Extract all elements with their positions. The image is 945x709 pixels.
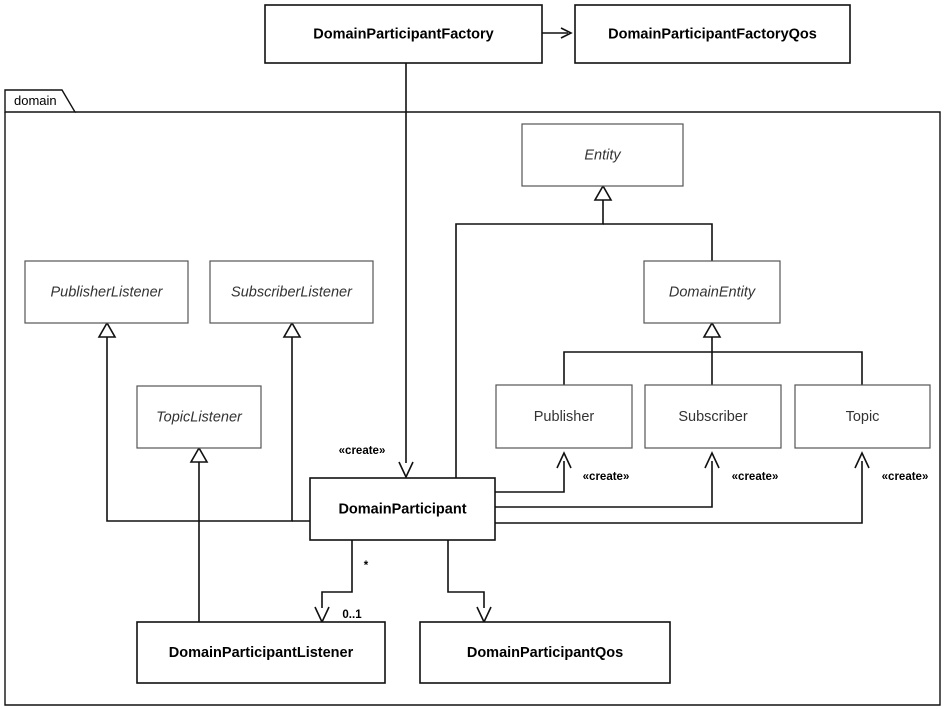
open-arrowhead-icon xyxy=(398,461,414,479)
class-box-entity[interactable]: Entity xyxy=(521,123,684,187)
class-name-label: Topic xyxy=(846,409,880,425)
connector-participant-creates-publisher: «create» xyxy=(495,451,630,493)
class-box-domain-entity[interactable]: DomainEntity xyxy=(643,260,781,324)
connector-line xyxy=(447,540,485,608)
connector-participant-has-listener: * 0..1 xyxy=(314,540,369,624)
connector-line xyxy=(495,461,713,508)
class-name-label: DomainParticipantQos xyxy=(467,645,623,661)
class-name-label: DomainParticipant xyxy=(338,501,466,517)
class-name-label: Publisher xyxy=(534,409,595,425)
hollow-triangle-arrowhead-icon xyxy=(97,321,117,338)
connector-line-domainentity-branch xyxy=(603,223,713,261)
class-name-label: PublisherListener xyxy=(50,284,163,300)
uml-class-diagram: domain «create» «create» «create» «creat… xyxy=(0,0,945,709)
connector-participant-has-qos xyxy=(447,540,492,624)
connector-participant-creates-subscriber: «create» xyxy=(495,451,779,508)
diagram-canvas: domain «create» «create» «create» «creat… xyxy=(4,4,941,706)
class-box-domain-participant-qos[interactable]: DomainParticipantQos xyxy=(419,621,671,684)
connector-line-topic-branch xyxy=(712,351,863,385)
hollow-triangle-arrowhead-icon xyxy=(189,446,209,463)
class-box-subscriber[interactable]: Subscriber xyxy=(644,384,782,449)
stereotype-create-publisher: «create» xyxy=(583,471,630,483)
class-name-label: TopicListener xyxy=(156,409,243,425)
class-box-publisher[interactable]: Publisher xyxy=(495,384,633,449)
open-arrowhead-icon xyxy=(476,606,492,624)
stereotype-create-topic: «create» xyxy=(882,471,929,483)
class-box-publisher-listener[interactable]: PublisherListener xyxy=(24,260,189,324)
connector-line xyxy=(495,461,565,493)
connector-line xyxy=(321,540,353,608)
class-name-label: DomainParticipantListener xyxy=(169,645,354,661)
connector-line-publisher-branch xyxy=(563,336,713,385)
connector-domainentity-generalization-tree xyxy=(563,321,863,385)
class-box-subscriber-listener[interactable]: SubscriberListener xyxy=(209,260,374,324)
hollow-triangle-arrowhead-icon xyxy=(282,321,302,338)
open-arrowhead-icon xyxy=(314,606,330,624)
hollow-triangle-arrowhead-icon xyxy=(702,321,722,338)
class-name-label: Subscriber xyxy=(678,409,747,425)
class-name-label: Entity xyxy=(584,147,621,163)
stereotype-create-subscriber: «create» xyxy=(732,471,779,483)
connector-factory-to-factoryqos xyxy=(542,27,573,39)
multiplicity-target-zero-one: 0..1 xyxy=(342,609,362,621)
class-box-domain-participant-factory-qos[interactable]: DomainParticipantFactoryQos xyxy=(574,4,851,64)
class-name-label: DomainParticipantFactoryQos xyxy=(608,26,817,42)
class-name-label: SubscriberListener xyxy=(231,284,353,300)
package-label: domain xyxy=(14,93,57,108)
class-box-topic[interactable]: Topic xyxy=(794,384,931,449)
class-box-domain-participant[interactable]: DomainParticipant xyxy=(309,477,496,541)
class-name-label: DomainParticipantFactory xyxy=(313,26,494,42)
hollow-triangle-arrowhead-icon xyxy=(593,184,613,201)
multiplicity-source-star: * xyxy=(364,560,369,572)
connector-participantlistener-inherits-topiclistener xyxy=(189,446,209,622)
class-box-domain-participant-factory[interactable]: DomainParticipantFactory xyxy=(264,4,543,64)
class-box-domain-participant-listener[interactable]: DomainParticipantListener xyxy=(136,621,386,684)
class-name-label: DomainEntity xyxy=(669,284,756,300)
stereotype-create-factory: «create» xyxy=(339,445,386,457)
class-box-topic-listener[interactable]: TopicListener xyxy=(136,385,262,449)
